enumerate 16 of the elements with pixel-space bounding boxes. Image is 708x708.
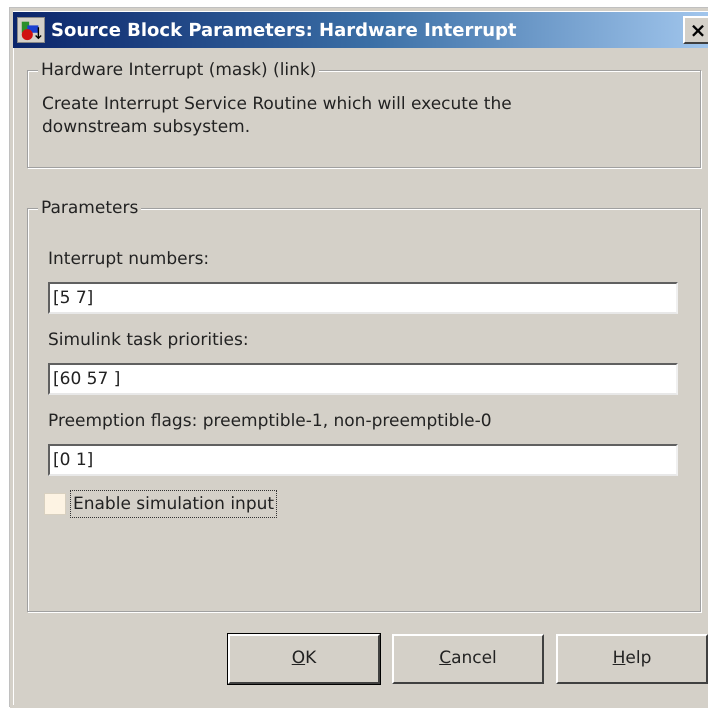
description-text: Create Interrupt Service Routine which will execute the downstream subsystem. [42,93,513,139]
field-label: Interrupt numbers: [48,248,210,271]
input-field[interactable]: [60 57 ] [48,363,678,395]
dialog-button[interactable]: OK [228,634,380,684]
group-title: Hardware Interrupt (mask) (link) [38,59,320,81]
close-button[interactable]: × [683,16,708,44]
checkbox-label[interactable]: Enable simulation input [70,490,278,518]
dialog-button[interactable]: Cancel [392,634,544,684]
checkbox[interactable] [44,493,66,515]
app-icon [17,17,45,43]
field-label: Preemption flags: preemptible-1, non-preemptible-0 [48,410,493,433]
input-field[interactable]: [0 1] [48,444,678,476]
field-label: Simulink task priorities: [48,329,250,352]
dialog-button[interactable]: Help [556,634,708,684]
window-title: Source Block Parameters: Hardware Interrupt [51,18,517,42]
input-field[interactable]: [5 7] [48,282,678,314]
